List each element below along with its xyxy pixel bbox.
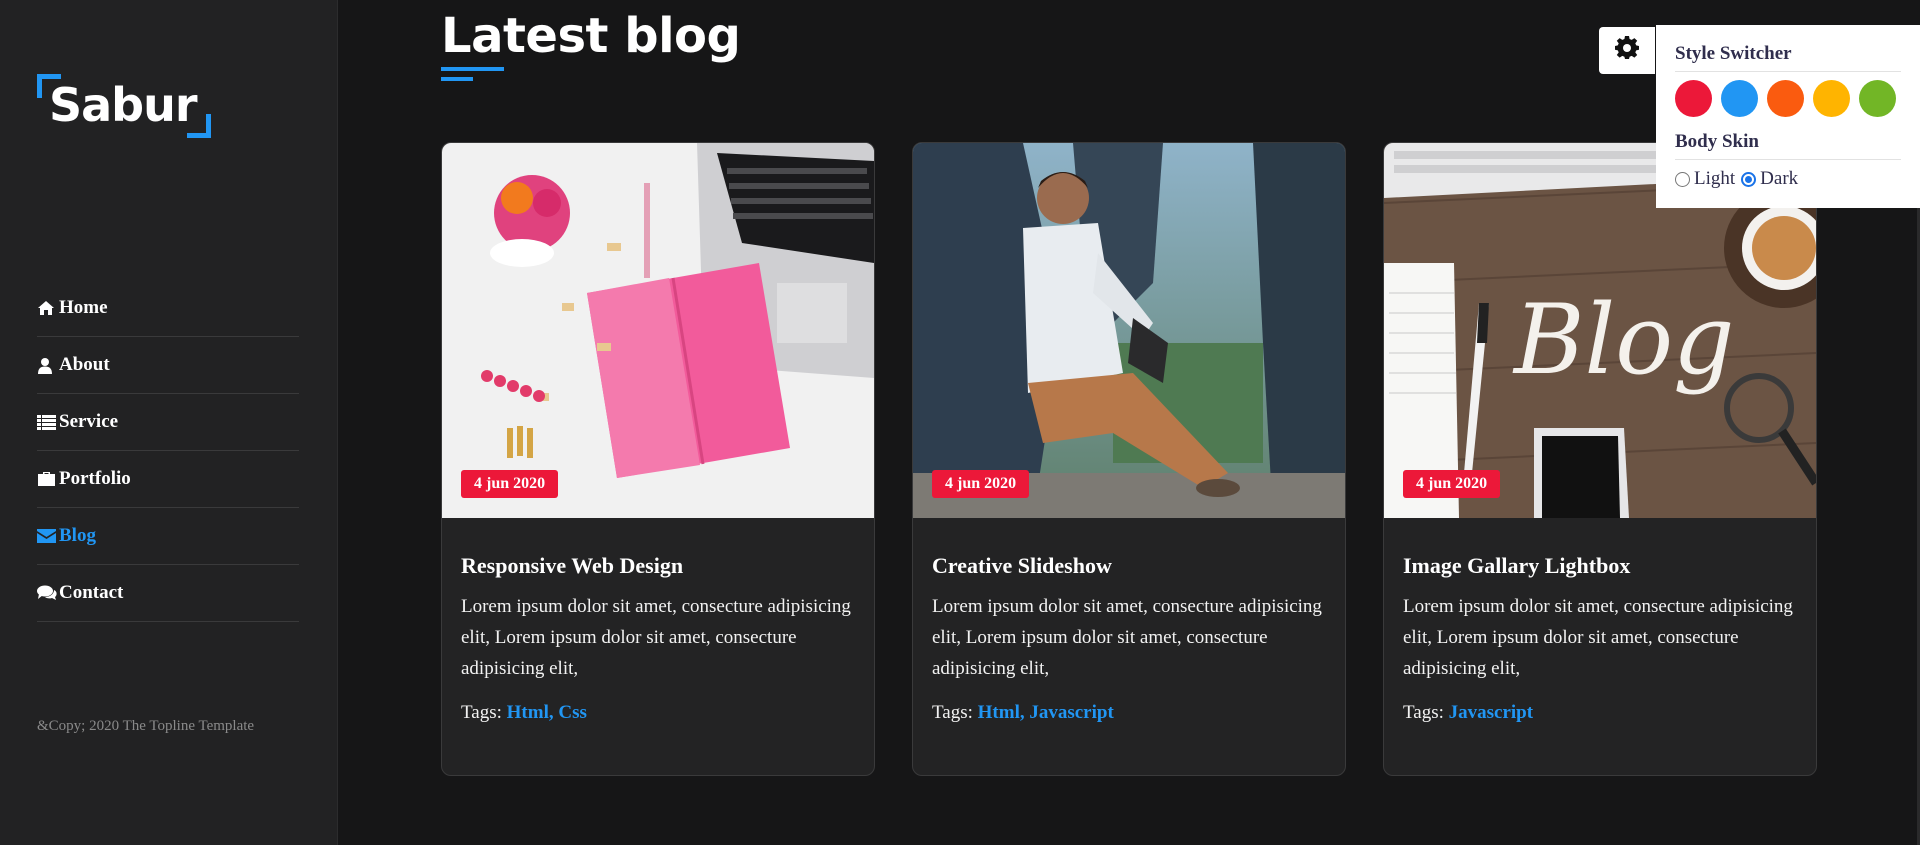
post-tags: Tags: Html, Javascript <box>932 702 1326 724</box>
nav-label-blog: Blog <box>59 525 96 546</box>
nav-label-contact: Contact <box>59 582 124 603</box>
title-underline-short <box>441 77 473 81</box>
svg-text:Blog: Blog <box>1512 284 1735 396</box>
post-tags: Tags: Javascript <box>1403 702 1797 724</box>
post-title[interactable]: Creative Slideshow <box>932 553 1326 579</box>
nav-item-about[interactable]: About <box>37 337 299 394</box>
page-title: Latest blog <box>441 8 741 64</box>
nav-label-service: Service <box>59 411 119 432</box>
main-nav: Home About Service Portfolio Blog Contac… <box>37 280 299 622</box>
tag-links[interactable]: Html, Javascript <box>978 702 1114 723</box>
color-swatch-red[interactable] <box>1675 80 1712 117</box>
nav-item-contact[interactable]: Contact <box>37 565 299 622</box>
color-swatches <box>1675 80 1901 117</box>
logo-text: Sabur <box>49 78 198 132</box>
color-swatch-green[interactable] <box>1859 80 1896 117</box>
blog-card-body: Image Gallary Lightbox Lorem ipsum dolor… <box>1403 553 1797 724</box>
color-swatch-orange[interactable] <box>1767 80 1804 117</box>
blog-card-body: Creative Slideshow Lorem ipsum dolor sit… <box>932 553 1326 724</box>
post-date-badge: 4 jun 2020 <box>932 470 1030 498</box>
sidebar: Sabur Home About Service Portfolio Blog … <box>0 0 338 845</box>
briefcase-icon <box>37 471 59 487</box>
nav-item-service[interactable]: Service <box>37 394 299 451</box>
blog-card-1[interactable]: 4 jun 2020 Responsive Web Design Lorem i… <box>441 142 875 776</box>
style-switcher-title: Style Switcher <box>1675 43 1901 72</box>
tags-label: Tags: <box>932 702 973 723</box>
tags-label: Tags: <box>461 702 502 723</box>
nav-label-about: About <box>59 354 110 375</box>
post-excerpt: Lorem ipsum dolor sit amet, consecture a… <box>932 596 1322 679</box>
blog-image-man-laptop[interactable]: 4 jun 2020 <box>913 143 1345 518</box>
style-switcher-panel: Style Switcher Body Skin Light Dark <box>1656 25 1920 208</box>
envelope-icon <box>37 529 59 543</box>
comments-icon <box>37 585 59 601</box>
post-excerpt: Lorem ipsum dolor sit amet, consecture a… <box>1403 596 1793 679</box>
list-icon <box>37 414 59 430</box>
user-icon <box>37 357 59 374</box>
copyright-text: &Copy; 2020 The Topline Template <box>37 718 255 734</box>
skin-label-dark: Dark <box>1760 168 1799 189</box>
blog-card-body: Responsive Web Design Lorem ipsum dolor … <box>461 553 855 724</box>
blog-card-3[interactable]: Blog 4 jun 2020 Image Gallary Lightbox L… <box>1383 142 1817 776</box>
nav-label-portfolio: Portfolio <box>59 468 131 489</box>
tag-links[interactable]: Javascript <box>1449 702 1533 723</box>
blog-image-workspace[interactable]: 4 jun 2020 <box>442 143 874 518</box>
tags-label: Tags: <box>1403 702 1444 723</box>
nav-item-blog[interactable]: Blog <box>37 508 299 565</box>
nav-item-home[interactable]: Home <box>37 280 299 337</box>
title-underline <box>441 67 504 71</box>
post-title[interactable]: Image Gallary Lightbox <box>1403 553 1797 579</box>
gear-icon <box>1615 35 1639 65</box>
tag-links[interactable]: Html, Css <box>507 702 587 723</box>
logo[interactable]: Sabur <box>37 74 211 138</box>
body-skin-title: Body Skin <box>1675 131 1901 160</box>
post-tags: Tags: Html, Css <box>461 702 855 724</box>
skin-radio-light[interactable] <box>1675 171 1690 187</box>
color-swatch-yellow[interactable] <box>1813 80 1850 117</box>
body-skin-options: Light Dark <box>1675 168 1901 190</box>
post-date-badge: 4 jun 2020 <box>461 470 559 498</box>
color-swatch-blue[interactable] <box>1721 80 1758 117</box>
skin-radio-dark[interactable] <box>1741 171 1757 187</box>
style-switcher-toggle[interactable] <box>1599 27 1655 74</box>
blog-card-2[interactable]: 4 jun 2020 Creative Slideshow Lorem ipsu… <box>912 142 1346 776</box>
nav-item-portfolio[interactable]: Portfolio <box>37 451 299 508</box>
post-date-badge: 4 jun 2020 <box>1403 470 1501 498</box>
skin-label-light: Light <box>1694 168 1736 189</box>
post-title[interactable]: Responsive Web Design <box>461 553 855 579</box>
post-excerpt: Lorem ipsum dolor sit amet, consecture a… <box>461 596 851 679</box>
nav-label-home: Home <box>59 297 108 318</box>
home-icon <box>37 300 59 316</box>
